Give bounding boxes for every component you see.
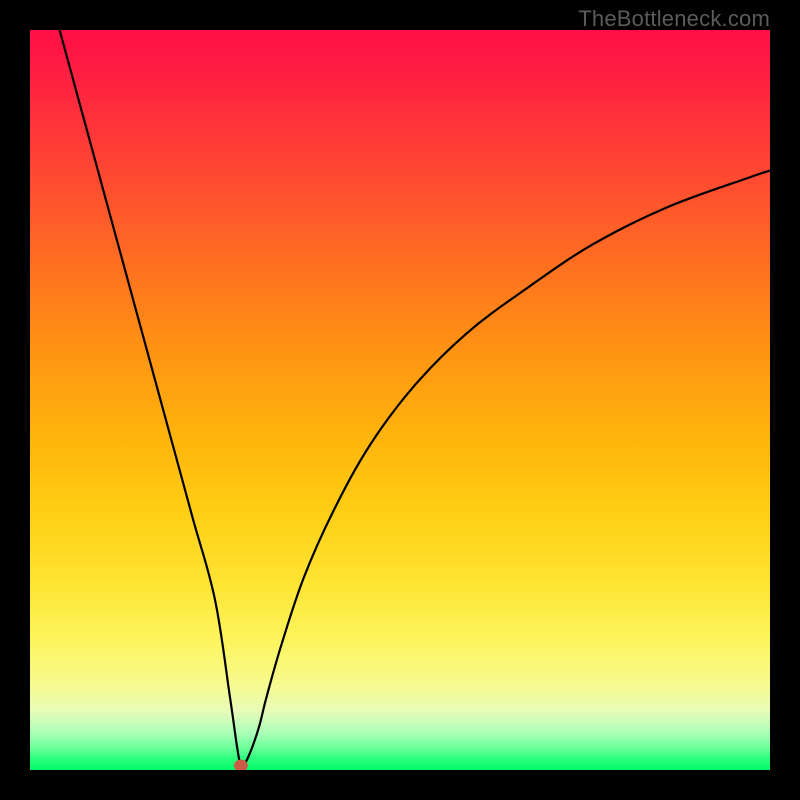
bottleneck-curve	[30, 30, 770, 770]
bottleneck-line	[60, 30, 770, 767]
chart-frame: TheBottleneck.com	[0, 0, 800, 800]
watermark-text: TheBottleneck.com	[578, 6, 770, 32]
plot-area	[30, 30, 770, 770]
